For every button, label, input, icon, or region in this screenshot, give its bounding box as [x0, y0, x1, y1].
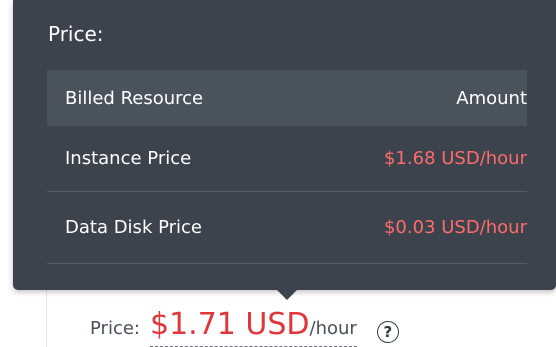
column-header-billed-resource: Billed Resource [65, 87, 204, 109]
table-header-row: Billed Resource Amount [47, 70, 527, 126]
price-label: Price: [90, 318, 140, 339]
tooltip-arrow [276, 289, 298, 300]
resource-name: Data Disk Price [65, 217, 202, 238]
table-row: Instance Price $1.68 USD/hour [47, 126, 527, 192]
price-tooltip: Price: Billed Resource Amount Instance P… [13, 0, 556, 290]
question-circle-icon[interactable]: ? [376, 321, 399, 343]
price-detail-view: Price: Billed Resource Amount Instance P… [0, 0, 556, 347]
tooltip-title: Price: [48, 22, 104, 46]
resource-amount: $1.68 USD/hour [383, 148, 527, 169]
table-row: Data Disk Price $0.03 USD/hour [47, 192, 527, 264]
total-price-value: $1.71 USD [149, 307, 310, 342]
total-price[interactable]: $1.71 USD/hour [149, 307, 357, 347]
column-header-amount: Amount [456, 87, 527, 109]
price-unit: /hour [309, 318, 357, 339]
price-summary: Price: $1.71 USD/hour ? [90, 307, 399, 347]
panel-divider [46, 290, 47, 347]
price-breakdown-table: Billed Resource Amount Instance Price $1… [47, 70, 527, 264]
resource-name: Instance Price [65, 148, 192, 169]
resource-amount: $0.03 USD/hour [383, 217, 527, 238]
